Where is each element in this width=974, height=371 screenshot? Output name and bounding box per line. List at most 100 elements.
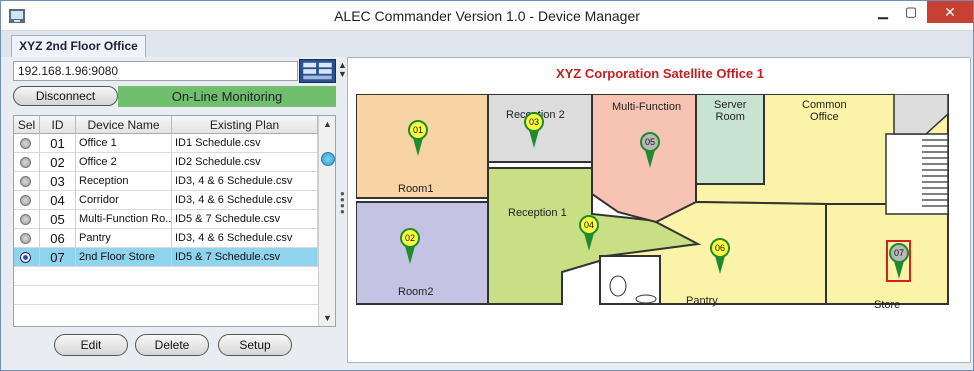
device-pin-05[interactable]: 05 xyxy=(640,132,660,170)
maximize-button[interactable]: ▢ xyxy=(897,1,925,23)
device-pin-07[interactable]: 07 xyxy=(889,243,909,281)
sel-cell[interactable] xyxy=(14,229,40,248)
panel-splitter[interactable]: ● ● ● ● xyxy=(340,190,345,216)
pin-marker-icon xyxy=(413,138,423,156)
store-label: Store xyxy=(874,299,901,311)
pin-marker-icon xyxy=(405,246,415,264)
pin-marker-icon xyxy=(584,233,594,251)
table-row-selected[interactable]: 07 2nd Floor Store ID5 & 7 Schedule.csv xyxy=(14,248,318,267)
pin-label: 06 xyxy=(710,238,730,258)
table-header: Sel ID Device Name Existing Plan xyxy=(14,116,318,134)
col-sel[interactable]: Sel xyxy=(14,116,40,134)
sel-cell[interactable] xyxy=(14,153,40,172)
sink-icon xyxy=(635,294,657,304)
radio-button[interactable] xyxy=(20,214,31,225)
sel-cell[interactable] xyxy=(14,210,40,229)
table-row-empty xyxy=(14,305,318,324)
sel-cell[interactable] xyxy=(14,134,40,153)
name-cell: Multi-Function Ro... xyxy=(76,210,172,229)
table-row-empty xyxy=(14,267,318,286)
table-row[interactable]: 03 Reception ID3, 4 & 6 Schedule.csv xyxy=(14,172,318,191)
pantry-label: Pantry xyxy=(686,295,718,307)
tab-bar: XYZ 2nd Floor Office xyxy=(1,31,973,57)
server-room-label: Server Room xyxy=(714,99,747,123)
col-device-name[interactable]: Device Name xyxy=(76,116,172,134)
pin-marker-icon xyxy=(529,130,539,148)
table-row[interactable]: 04 Corridor ID3, 4 & 6 Schedule.csv xyxy=(14,191,318,210)
table-row[interactable]: 02 Office 2 ID2 Schedule.csv xyxy=(14,153,318,172)
sel-cell[interactable] xyxy=(14,248,40,267)
table-row[interactable]: 05 Multi-Function Ro... ID5 & 7 Schedule… xyxy=(14,210,318,229)
col-existing-plan[interactable]: Existing Plan xyxy=(172,116,318,134)
table-row-empty xyxy=(14,286,318,305)
pin-label: 07 xyxy=(889,243,909,263)
setup-button[interactable]: Setup xyxy=(218,334,292,356)
radio-button[interactable] xyxy=(20,233,31,244)
name-cell: Reception xyxy=(76,172,172,191)
id-cell: 01 xyxy=(40,134,76,153)
minimize-button[interactable]: ▁ xyxy=(869,1,897,23)
device-panel: 192.168.1.96:9080 ▲ ▼ Disconnect On-Line … xyxy=(8,57,347,363)
id-cell: 07 xyxy=(40,248,76,267)
pin-label: 02 xyxy=(400,228,420,248)
edit-button[interactable]: Edit xyxy=(54,334,128,356)
name-cell: Corridor xyxy=(76,191,172,210)
device-pin-01[interactable]: 01 xyxy=(408,120,428,158)
table-row[interactable]: 01 Office 1 ID1 Schedule.csv xyxy=(14,134,318,153)
device-table: Sel ID Device Name Existing Plan 01 Offi… xyxy=(13,115,336,327)
sel-cell[interactable] xyxy=(14,172,40,191)
plan-cell: ID1 Schedule.csv xyxy=(172,134,318,153)
name-cell: Office 1 xyxy=(76,134,172,153)
id-cell: 05 xyxy=(40,210,76,229)
reception1-label: Reception 1 xyxy=(508,207,567,219)
network-icon[interactable] xyxy=(299,59,336,83)
panel-collapse-arrows[interactable]: ▲ ▼ xyxy=(338,61,347,79)
plan-cell: ID3, 4 & 6 Schedule.csv xyxy=(172,172,318,191)
plan-cell: ID5 & 7 Schedule.csv xyxy=(172,248,318,267)
name-cell: Office 2 xyxy=(76,153,172,172)
radio-button[interactable] xyxy=(20,157,31,168)
name-cell: 2nd Floor Store xyxy=(76,248,172,267)
tab-xyz-2nd-floor[interactable]: XYZ 2nd Floor Office xyxy=(11,35,146,57)
floor-map-panel: XYZ Corporation Satellite Office 1 Room1… xyxy=(347,57,971,363)
title-bar: ALEC Commander Version 1.0 - Device Mana… xyxy=(1,1,973,31)
id-cell: 03 xyxy=(40,172,76,191)
pin-label: 05 xyxy=(640,132,660,152)
delete-button[interactable]: Delete xyxy=(135,334,209,356)
col-id[interactable]: ID xyxy=(40,116,76,134)
table-row[interactable]: 06 Pantry ID3, 4 & 6 Schedule.csv xyxy=(14,229,318,248)
common-office-label: Common Office xyxy=(802,99,847,123)
scroll-down-icon[interactable]: ▼ xyxy=(319,310,336,326)
pin-marker-icon xyxy=(645,150,655,168)
pin-label: 03 xyxy=(524,112,544,132)
scroll-thumb[interactable] xyxy=(321,152,335,166)
pin-label: 01 xyxy=(408,120,428,140)
address-field[interactable]: 192.168.1.96:9080 xyxy=(13,61,298,81)
device-pin-04[interactable]: 04 xyxy=(579,215,599,253)
sel-cell[interactable] xyxy=(14,191,40,210)
scroll-up-icon[interactable]: ▲ xyxy=(319,116,336,132)
disconnect-button[interactable]: Disconnect xyxy=(13,86,118,106)
room2-label: Room2 xyxy=(398,286,434,298)
device-pin-02[interactable]: 02 xyxy=(400,228,420,266)
floor-plan xyxy=(356,94,949,305)
close-button[interactable]: ✕ xyxy=(927,1,973,23)
plan-cell: ID3, 4 & 6 Schedule.csv xyxy=(172,191,318,210)
plan-cell: ID5 & 7 Schedule.csv xyxy=(172,210,318,229)
radio-button[interactable] xyxy=(20,138,31,149)
window-title: ALEC Commander Version 1.0 - Device Mana… xyxy=(334,8,640,24)
plan-cell: ID3, 4 & 6 Schedule.csv xyxy=(172,229,318,248)
radio-button[interactable] xyxy=(20,195,31,206)
plan-cell: ID2 Schedule.csv xyxy=(172,153,318,172)
toilet-icon xyxy=(609,275,627,297)
device-pin-06[interactable]: 06 xyxy=(710,238,730,276)
device-pin-03[interactable]: 03 xyxy=(524,112,544,150)
id-cell: 06 xyxy=(40,229,76,248)
map-title: XYZ Corporation Satellite Office 1 xyxy=(555,66,765,81)
pin-label: 04 xyxy=(579,215,599,235)
connection-status: On-Line Monitoring xyxy=(118,86,336,107)
radio-button-selected[interactable] xyxy=(20,252,31,263)
vertical-scrollbar[interactable]: ▲ ▼ xyxy=(318,116,335,326)
radio-button[interactable] xyxy=(20,176,31,187)
room1-label: Room1 xyxy=(398,183,434,195)
